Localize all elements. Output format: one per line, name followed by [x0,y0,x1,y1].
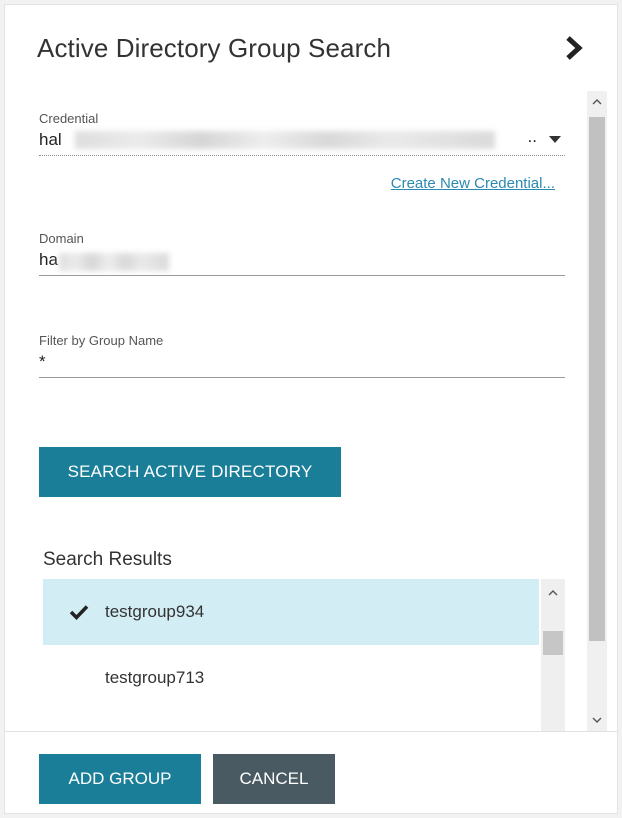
scroll-up-icon [548,590,558,596]
checkmark-icon [69,605,89,620]
page-title: Active Directory Group Search [37,32,392,63]
dropdown-caret-icon[interactable] [549,135,561,143]
result-item-testgroup934[interactable]: testgroup934 [43,579,539,645]
panel-scrollbar[interactable] [587,91,607,731]
result-label: testgroup934 [105,602,205,621]
filter-label: Filter by Group Name [39,333,164,348]
panel-scroll-thumb[interactable] [589,117,605,641]
credential-field[interactable]: Credential hal .. [39,111,565,156]
search-active-directory-button[interactable]: SEARCH ACTIVE DIRECTORY [39,447,341,497]
search-results-list: testgroup934 testgroup713 [43,579,565,731]
result-label: testgroup713 [105,668,205,687]
create-new-credential-link[interactable]: Create New Credential... [391,175,555,192]
panel-footer: ADD GROUP CANCEL [5,731,617,813]
collapse-panel-button[interactable] [559,33,589,63]
filter-value: * [39,352,46,371]
ad-group-search-panel: Active Directory Group Search Credential… [4,4,618,814]
credential-underline [39,155,565,156]
panel-scroll-up-button[interactable] [587,91,607,113]
credential-label: Credential [39,111,99,126]
group-name-filter-field[interactable]: Filter by Group Name * [39,333,565,378]
filter-underline [39,377,565,378]
redacted-domain-mask [59,253,169,271]
panel-scroll-area: Credential hal .. Create New Credential.… [5,91,617,731]
redacted-credential-mask [75,131,495,149]
scroll-down-icon [592,717,602,723]
add-group-button[interactable]: ADD GROUP [39,754,201,804]
panel-header: Active Directory Group Search [5,5,617,91]
results-scrollbar[interactable] [541,579,565,731]
results-scroll-up-button[interactable] [541,579,565,607]
chevron-right-icon [566,36,583,60]
result-item-testgroup713[interactable]: testgroup713 [43,645,539,711]
domain-underline [39,275,565,276]
domain-label: Domain [39,231,84,246]
cancel-button[interactable]: CANCEL [213,754,335,804]
domain-field[interactable]: Domain ha [39,231,565,276]
results-scroll-thumb[interactable] [543,631,563,655]
credential-ellipsis: .. [527,127,537,146]
credential-value: hal [39,130,62,149]
panel-scroll-down-button[interactable] [587,709,607,731]
scroll-up-icon [592,99,602,105]
search-results-heading: Search Results [43,549,172,570]
